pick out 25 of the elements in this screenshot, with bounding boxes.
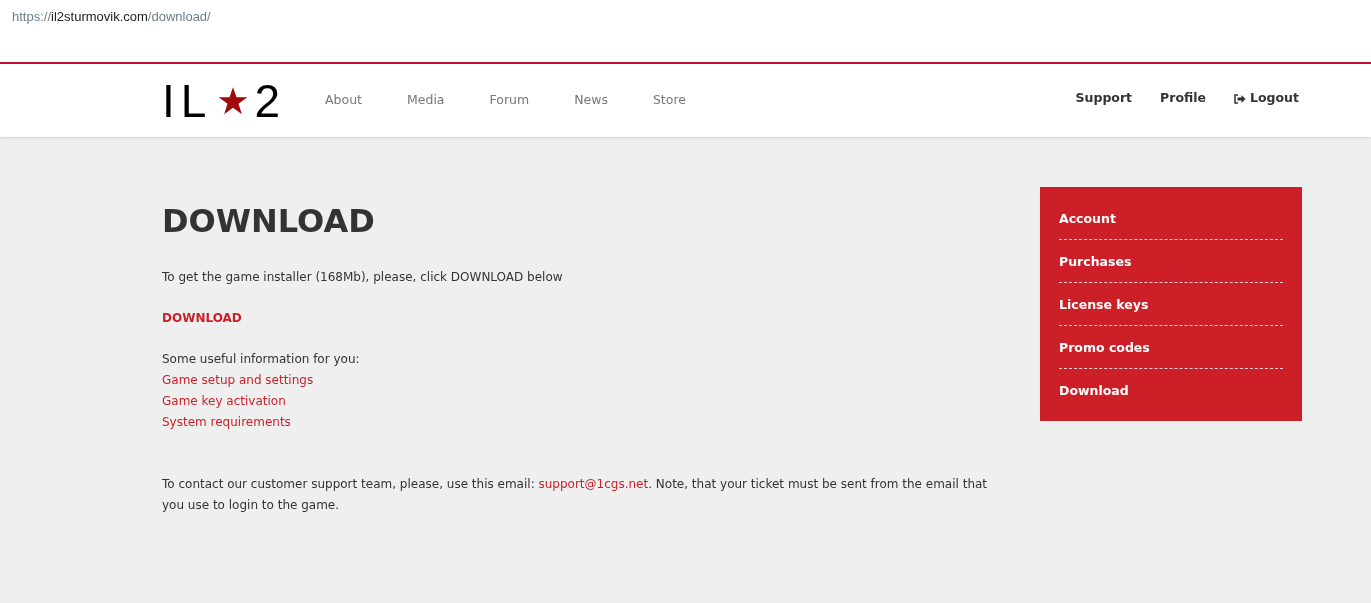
sidebar-link[interactable]: Download — [1059, 383, 1129, 398]
address-url[interactable]: https://il2sturmovik.com/download/ — [12, 9, 211, 24]
nav-link[interactable]: News — [574, 91, 608, 110]
exit-icon — [1234, 93, 1247, 104]
header-link[interactable]: Support — [1075, 89, 1133, 108]
logo-text: 2 — [254, 77, 280, 124]
nav-link[interactable]: About — [325, 91, 362, 110]
nav-link[interactable]: Store — [652, 91, 686, 110]
sidebar-link[interactable]: Promo codes — [1059, 340, 1150, 355]
intro-text: To get the game installer (168Mb), please, click DOWNLOAD below — [162, 269, 564, 286]
sidebar-link[interactable]: Account — [1059, 211, 1116, 226]
nav-link[interactable]: Forum — [489, 91, 530, 110]
header-link[interactable]: Profile — [1160, 89, 1207, 108]
nav-link[interactable]: Media — [406, 91, 445, 110]
info-link[interactable]: System requirements — [162, 412, 291, 433]
page-title: DOWNLOAD — [162, 205, 376, 237]
contact-text: To contact our customer support team, please, use this email: support@1cgs.net. Note, that your ticket must be sent from the email that you use to login to the game. — [162, 476, 989, 514]
sidebar-link[interactable]: License keys — [1059, 297, 1149, 312]
info-link[interactable]: Game setup and settings — [162, 370, 314, 391]
logout-link[interactable]: Logout — [1234, 89, 1299, 108]
info-link[interactable]: Game key activation — [162, 391, 286, 412]
logo-text: IL — [162, 77, 213, 124]
download-link[interactable]: DOWNLOAD — [162, 308, 242, 329]
sidebar-link[interactable]: Purchases — [1059, 254, 1132, 269]
info-heading: Some useful information for you: — [162, 351, 361, 368]
